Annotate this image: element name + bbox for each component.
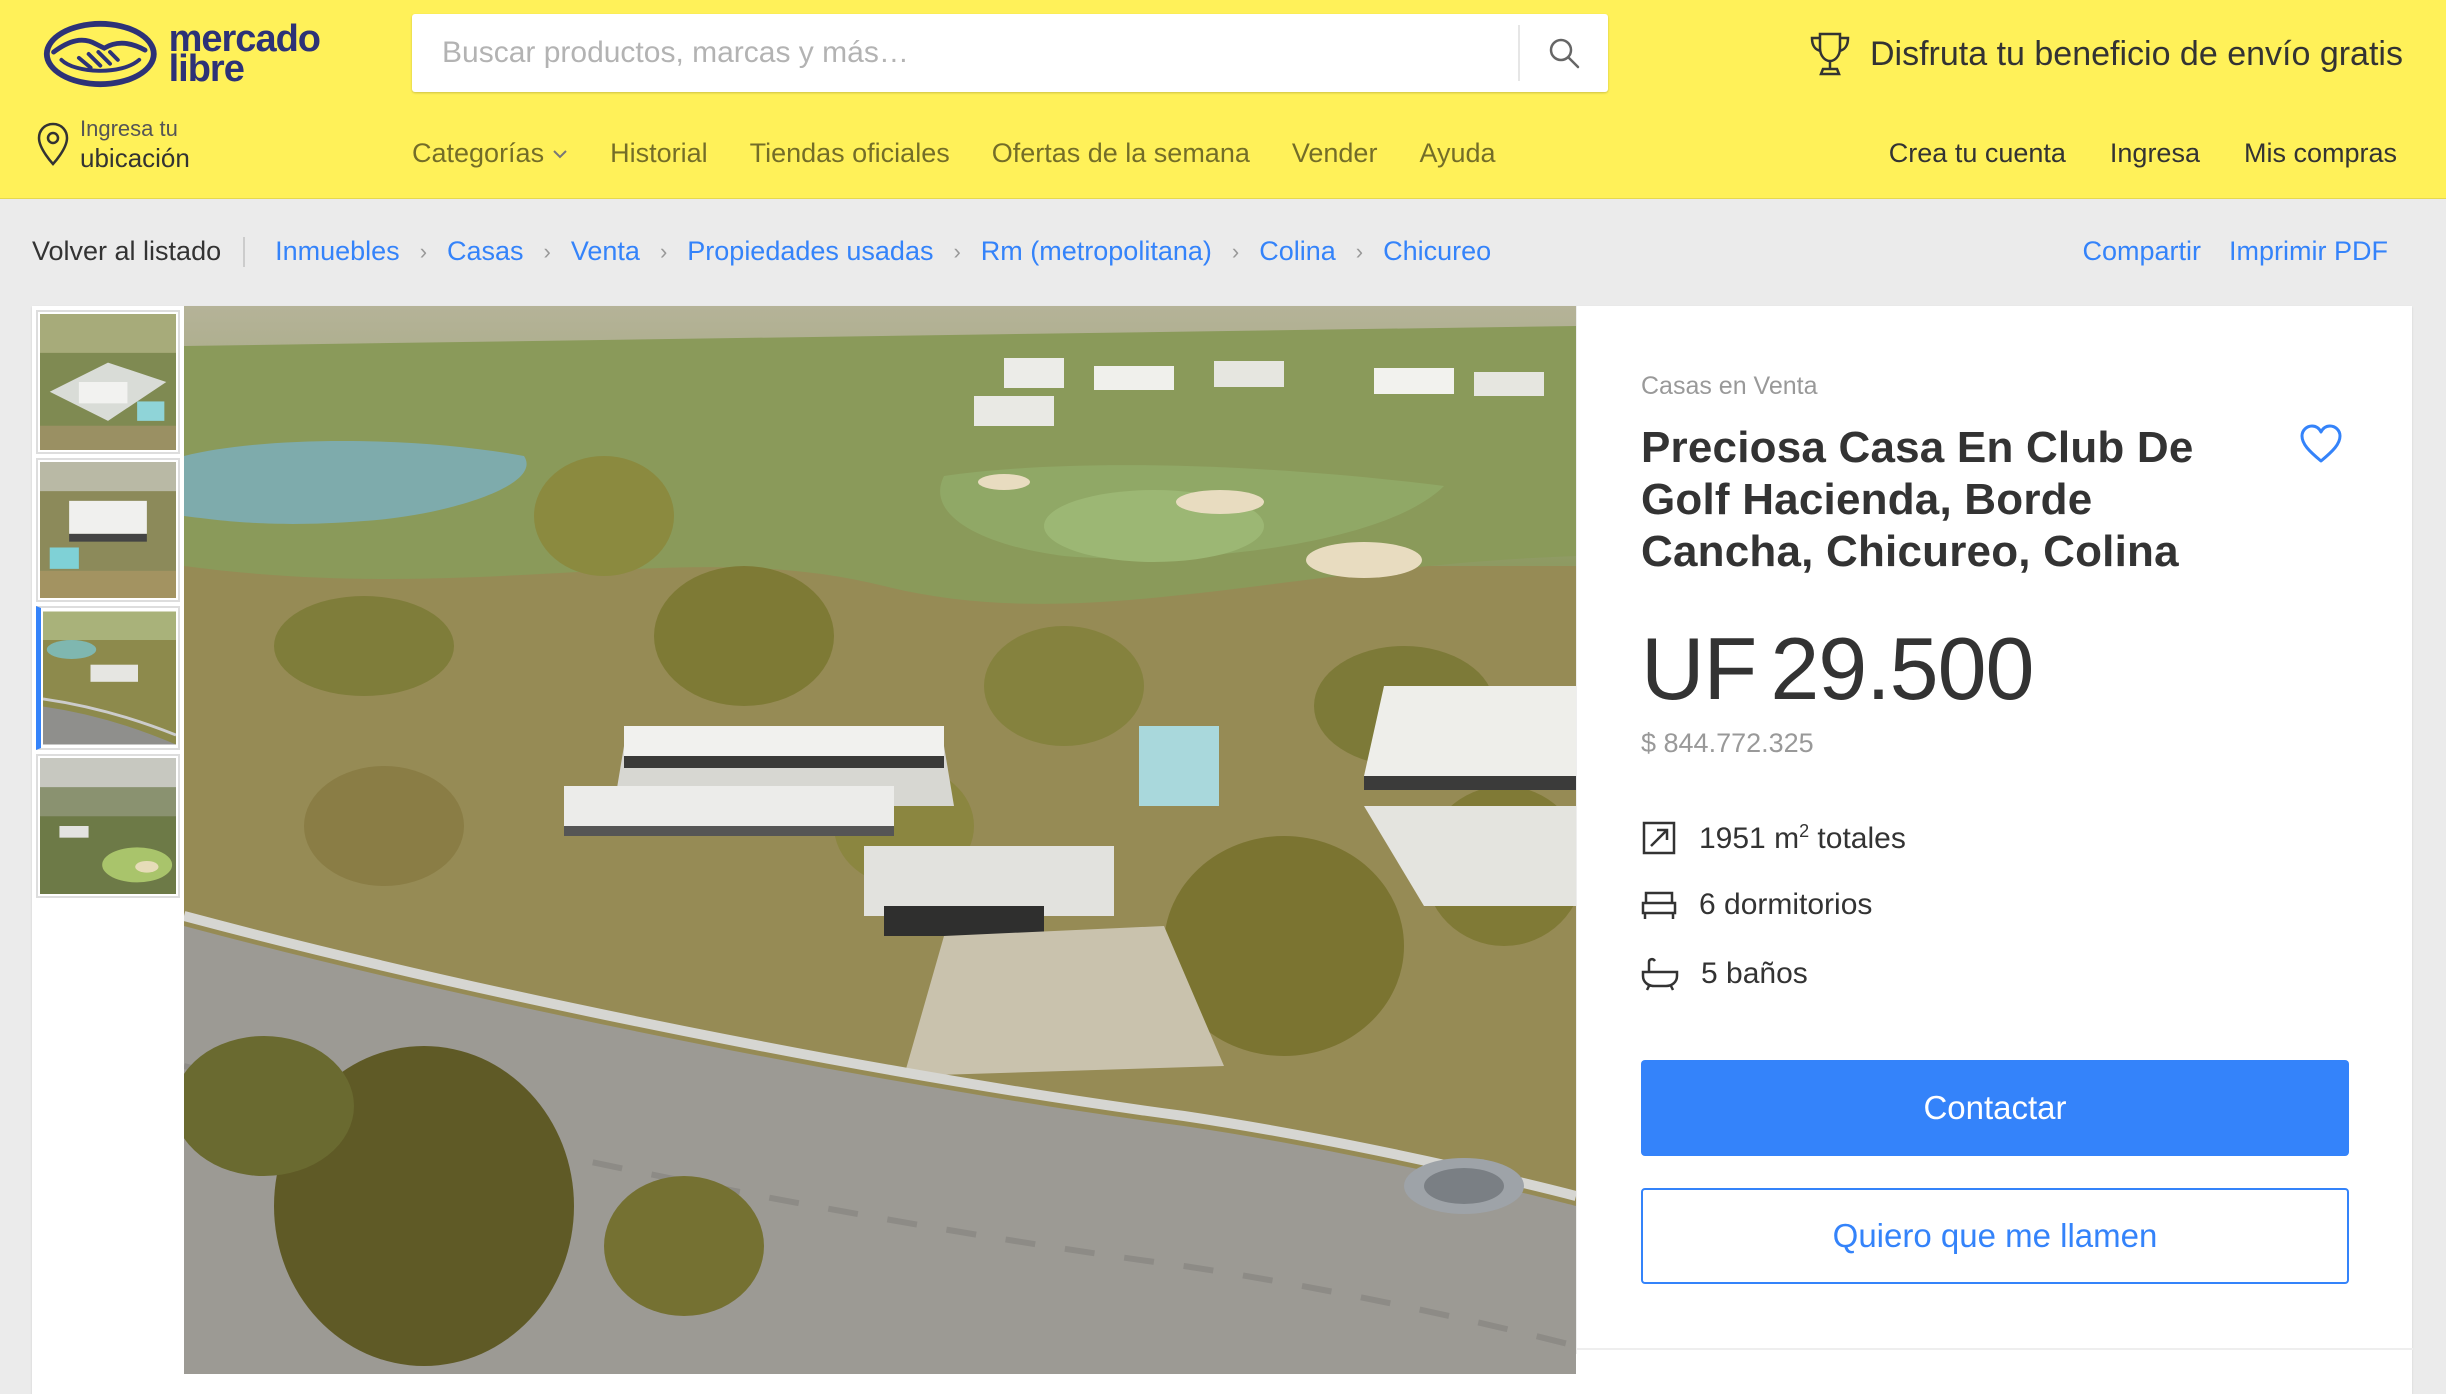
price-currency: UF: [1641, 619, 1757, 718]
listing-price: UF 29.500: [1641, 618, 2034, 720]
attribute-area-label: 1951 m2 totales: [1699, 820, 1906, 855]
main-photo[interactable]: [184, 306, 1576, 1374]
location-selector[interactable]: Ingresa tu ubicación: [36, 116, 190, 174]
breadcrumb-venta[interactable]: Venta: [571, 236, 640, 267]
chevron-right-icon: ›: [543, 238, 551, 264]
price-secondary: $ 844.772.325: [1641, 728, 1814, 758]
handshake-logo-icon: [43, 20, 157, 88]
main-nav: Categorías Historial Tiendas oficiales O…: [412, 138, 1538, 169]
search-input[interactable]: [412, 14, 1518, 92]
nav-historial[interactable]: Historial: [610, 138, 708, 169]
chevron-right-icon: ›: [1231, 238, 1240, 264]
nav-vender[interactable]: Vender: [1292, 138, 1378, 169]
search-bar: [412, 14, 1608, 92]
thumbnail-3[interactable]: [36, 606, 180, 750]
breadcrumb-propiedades-usadas[interactable]: Propiedades usadas: [687, 236, 933, 267]
thumbnail-4[interactable]: [36, 754, 180, 898]
location-pin-icon: [37, 122, 69, 166]
attribute-bathrooms-label: 5 baños: [1701, 957, 1808, 990]
listing-category: Casas en Venta: [1641, 372, 1818, 400]
login-link[interactable]: Ingresa: [2110, 138, 2200, 169]
price-amount: 29.500: [1770, 619, 2034, 718]
share-link[interactable]: Compartir: [2082, 236, 2201, 267]
nav-ayuda[interactable]: Ayuda: [1419, 138, 1495, 169]
gallery-thumbnails: [32, 306, 184, 1374]
thumbnail-image: [40, 314, 176, 450]
area-icon: [1642, 821, 1676, 855]
search-button[interactable]: [1518, 25, 1608, 81]
promo-text: Disfruta tu beneficio de envío gratis: [1870, 34, 2403, 73]
thumbnail-image: [40, 462, 176, 598]
attribute-bedrooms-label: 6 dormitorios: [1699, 888, 1873, 921]
thumbnail-1[interactable]: [36, 310, 180, 454]
account-nav: Crea tu cuenta Ingresa Mis compras: [1845, 138, 2397, 169]
breadcrumb: Volver al listado Inmuebles › Casas › Ve…: [32, 236, 1491, 267]
chevron-right-icon: ›: [419, 238, 428, 264]
search-icon: [1549, 38, 1580, 69]
location-label-small: Ingresa tu: [80, 116, 178, 141]
listing-title: Preciosa Casa En Club De Golf Hacienda, …: [1641, 423, 2194, 576]
thumbnail-image: [40, 758, 176, 894]
listing-info-panel: Casas en Venta Preciosa Casa En Club De …: [1576, 306, 2413, 1354]
attribute-bedrooms: 6 dormitorios: [1641, 888, 1872, 922]
nav-label: Categorías: [412, 138, 545, 168]
chevron-right-icon: ›: [659, 238, 668, 264]
breadcrumb-inmuebles[interactable]: Inmuebles: [275, 236, 400, 267]
property-aerial-image: [184, 306, 1576, 1374]
breadcrumb-rm-metropolitana[interactable]: Rm (metropolitana): [981, 236, 1212, 267]
bathtub-icon: [1641, 957, 1679, 991]
thumbnail-2[interactable]: [36, 458, 180, 602]
logo-wordmark: mercado libre: [169, 20, 321, 88]
back-to-listing-link[interactable]: Volver al listado: [32, 236, 221, 267]
header: mercado libre Disfruta tu beneficio de e…: [0, 0, 2446, 199]
favorite-button[interactable]: [2299, 424, 2343, 469]
create-account-link[interactable]: Crea tu cuenta: [1889, 138, 2066, 169]
nav-ofertas[interactable]: Ofertas de la semana: [992, 138, 1250, 169]
breadcrumb-colina[interactable]: Colina: [1259, 236, 1336, 267]
request-call-button[interactable]: Quiero que me llamen: [1641, 1188, 2349, 1284]
breadcrumb-casas[interactable]: Casas: [447, 236, 524, 267]
breadcrumb-chicureo[interactable]: Chicureo: [1383, 236, 1491, 267]
panel-divider: [1577, 1348, 2413, 1350]
contact-button[interactable]: Contactar: [1641, 1060, 2349, 1156]
listing-card: Casas en Venta Preciosa Casa En Club De …: [32, 306, 2413, 1394]
nav-tiendas-oficiales[interactable]: Tiendas oficiales: [750, 138, 950, 169]
bed-icon: [1641, 891, 1677, 919]
thumbnail-image: [42, 611, 177, 745]
my-purchases-link[interactable]: Mis compras: [2244, 138, 2397, 169]
chevron-down-icon: [553, 149, 567, 158]
chevron-right-icon: ›: [953, 238, 961, 264]
chevron-right-icon: ›: [1355, 238, 1364, 264]
attribute-bathrooms: 5 baños: [1641, 956, 1808, 992]
free-shipping-promo[interactable]: Disfruta tu beneficio de envío gratis: [1808, 26, 2403, 82]
heart-icon: [2300, 424, 2342, 463]
trophy-icon: [1810, 32, 1850, 76]
attribute-area: 1951 m2 totales: [1641, 820, 1906, 856]
share-actions: Compartir Imprimir PDF: [2054, 236, 2388, 267]
nav-categorias[interactable]: Categorías: [412, 138, 568, 169]
location-label: ubicación: [80, 143, 190, 173]
breadcrumb-divider: [243, 236, 246, 267]
print-pdf-link[interactable]: Imprimir PDF: [2229, 236, 2388, 267]
mercado-libre-logo[interactable]: mercado libre: [40, 14, 321, 94]
